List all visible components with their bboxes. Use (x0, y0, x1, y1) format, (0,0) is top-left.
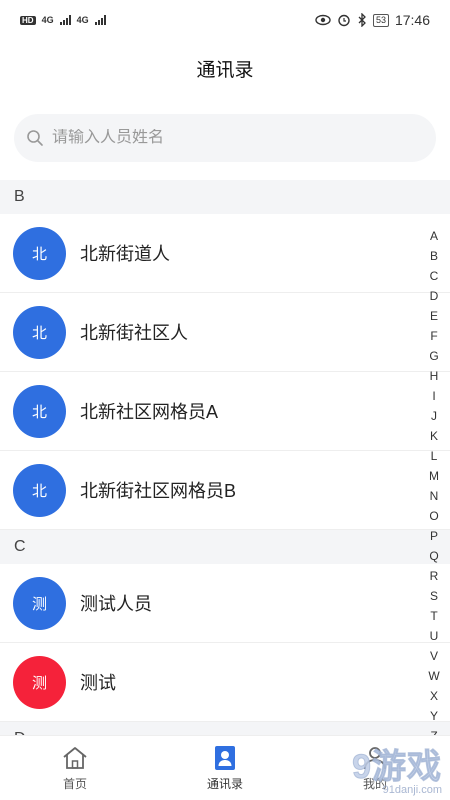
index-letter-b[interactable]: B (424, 246, 444, 266)
section-header-d: D (0, 722, 450, 735)
index-letter-d[interactable]: D (424, 286, 444, 306)
status-right: 53 17:46 (315, 12, 430, 28)
contact-list[interactable]: B 北北新街道人北北新街社区人北北新社区网格员A 北北新街社区网格员B C 测测试人员测… (0, 180, 450, 735)
home-icon (63, 746, 87, 769)
status-bar: HD 4G 4G 53 17:46 (0, 0, 450, 40)
watermark-logo: 9游戏 91danji.com (352, 739, 442, 797)
index-letter-k[interactable]: K (424, 426, 444, 446)
index-letter-w[interactable]: W (424, 666, 444, 686)
index-letter-f[interactable]: F (424, 326, 444, 346)
index-letter-q[interactable]: Q (424, 546, 444, 566)
search-box[interactable] (14, 114, 436, 162)
watermark-small: 91danji.com (382, 784, 442, 796)
contact-name: 测试 (80, 673, 116, 693)
bluetooth-icon (358, 13, 366, 27)
hd-indicator: HD (20, 15, 36, 25)
contact-name: 测试人员 (80, 594, 152, 614)
signal-icon (59, 15, 71, 25)
search-icon (27, 130, 43, 146)
avatar: 北 (13, 226, 66, 280)
index-letter-c[interactable]: C (424, 266, 444, 286)
eye-icon (315, 14, 331, 26)
index-letter-m[interactable]: M (424, 466, 444, 486)
index-letter-n[interactable]: N (424, 486, 444, 506)
signal-icon-2 (94, 15, 106, 25)
page-title: 通讯录 (196, 59, 254, 81)
index-letter-p[interactable]: P (424, 526, 444, 546)
avatar: 北 (13, 463, 66, 517)
tab-home-label: 首页 (62, 776, 87, 791)
network-type-1: 4G (41, 15, 54, 25)
index-letter-e[interactable]: E (424, 306, 444, 326)
search-input[interactable] (52, 129, 392, 147)
contacts-icon (215, 745, 235, 770)
index-letter-v[interactable]: V (424, 646, 444, 666)
index-letter-j[interactable]: J (424, 406, 444, 426)
index-letter-i[interactable]: I (424, 386, 444, 406)
page-title-bar: 通讯录 (0, 40, 450, 96)
section-header-c: C (0, 530, 450, 564)
index-letter-r[interactable]: R (424, 566, 444, 586)
alphabet-index-bar[interactable]: ABCDEFGHIJKLMNOPQRSTUVWXYZ (424, 226, 444, 746)
index-letter-g[interactable]: G (424, 346, 444, 366)
index-letter-o[interactable]: O (424, 506, 444, 526)
watermark-big: 9游戏 (352, 748, 442, 787)
index-letter-h[interactable]: H (424, 366, 444, 386)
index-letter-t[interactable]: T (424, 606, 444, 626)
index-letter-a[interactable]: A (424, 226, 444, 246)
status-left: HD 4G 4G (20, 15, 106, 25)
alarm-icon (338, 14, 350, 27)
contact-row[interactable]: 北北新街道人 (0, 214, 450, 293)
contact-row[interactable]: 测测试 (0, 643, 450, 722)
index-letter-s[interactable]: S (424, 586, 444, 606)
contact-row[interactable]: 北北新街社区人 (0, 293, 450, 372)
tab-contacts[interactable]: 通讯录 (150, 736, 300, 800)
contact-row[interactable]: 北北新社区网格员A (0, 372, 450, 451)
contact-row[interactable]: 测测试人员 (0, 564, 450, 643)
clock-time: 17:46 (394, 12, 430, 28)
network-type-2: 4G (76, 15, 89, 25)
contact-name: 北新社区网格员A (80, 402, 219, 422)
contact-name: 北新街社区网格员B (80, 481, 237, 501)
index-letter-l[interactable]: L (424, 446, 444, 466)
avatar: 北 (13, 305, 66, 359)
tab-contacts-label: 通讯录 (206, 776, 243, 791)
avatar: 北 (13, 384, 66, 438)
index-letter-y[interactable]: Y (424, 706, 444, 726)
section-header-b: B (0, 180, 450, 214)
contact-row[interactable]: 北北新街社区网格员B (0, 451, 450, 530)
avatar: 测 (13, 655, 66, 709)
index-letter-x[interactable]: X (424, 686, 444, 706)
index-letter-u[interactable]: U (424, 626, 444, 646)
contact-name: 北新街社区人 (80, 323, 188, 343)
tab-home[interactable]: 首页 (0, 736, 150, 800)
battery-icon: 53 (372, 13, 389, 27)
avatar: 测 (13, 576, 66, 630)
contact-name: 北新街道人 (80, 244, 170, 264)
